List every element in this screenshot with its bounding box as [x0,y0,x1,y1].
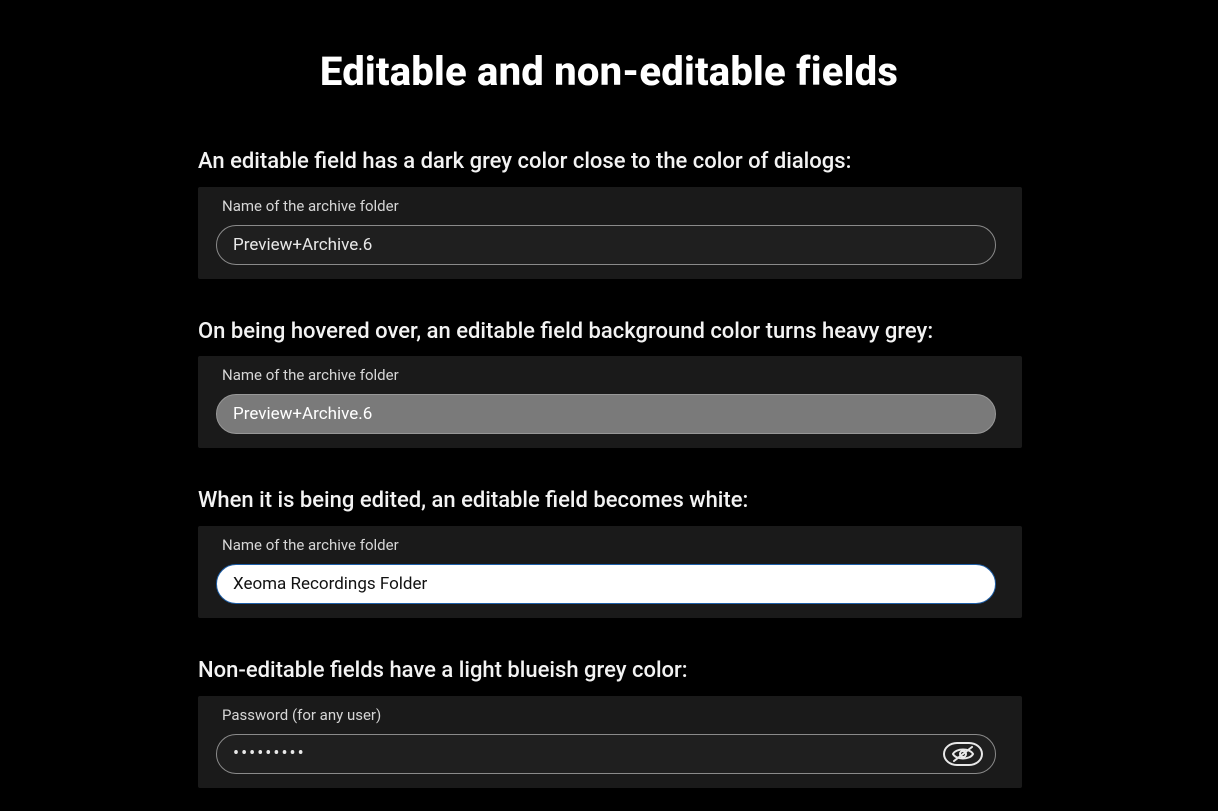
example-panel-hovered: Name of the archive folder Preview+Archi… [198,356,1022,448]
field-label-password: Password (for any user) [222,706,1006,724]
archive-folder-input-default[interactable]: Preview+Archive.6 [216,225,996,265]
caption-hovered-state: On being hovered over, an editable field… [198,317,1028,347]
example-panel-readonly: Password (for any user) ••••••••• [198,696,1022,788]
archive-folder-input-hovered[interactable]: Preview+Archive.6 [216,394,996,434]
input-value: Preview+Archive.6 [233,404,372,424]
input-value: Xeoma Recordings Folder [233,574,427,594]
example-panel-default: Name of the archive folder Preview+Archi… [198,187,1022,279]
example-panel-editing: Name of the archive folder Xeoma Recordi… [198,526,1022,618]
toggle-visibility-button[interactable] [941,739,985,769]
eye-off-icon [943,742,983,766]
archive-folder-input-editing[interactable]: Xeoma Recordings Folder [216,564,996,604]
password-input-readonly: ••••••••• [216,734,996,774]
page-title: Editable and non-editable fields [0,48,1218,95]
input-value: Preview+Archive.6 [233,235,372,255]
input-value: ••••••••• [233,743,306,764]
field-label-archive-folder: Name of the archive folder [222,197,1006,215]
field-label-archive-folder: Name of the archive folder [222,366,1006,384]
caption-noneditable-state: Non-editable fields have a light blueish… [198,656,1028,686]
field-label-archive-folder: Name of the archive folder [222,536,1006,554]
caption-editing-state: When it is being edited, an editable fie… [198,486,1028,516]
caption-default-state: An editable field has a dark grey color … [198,147,1028,177]
